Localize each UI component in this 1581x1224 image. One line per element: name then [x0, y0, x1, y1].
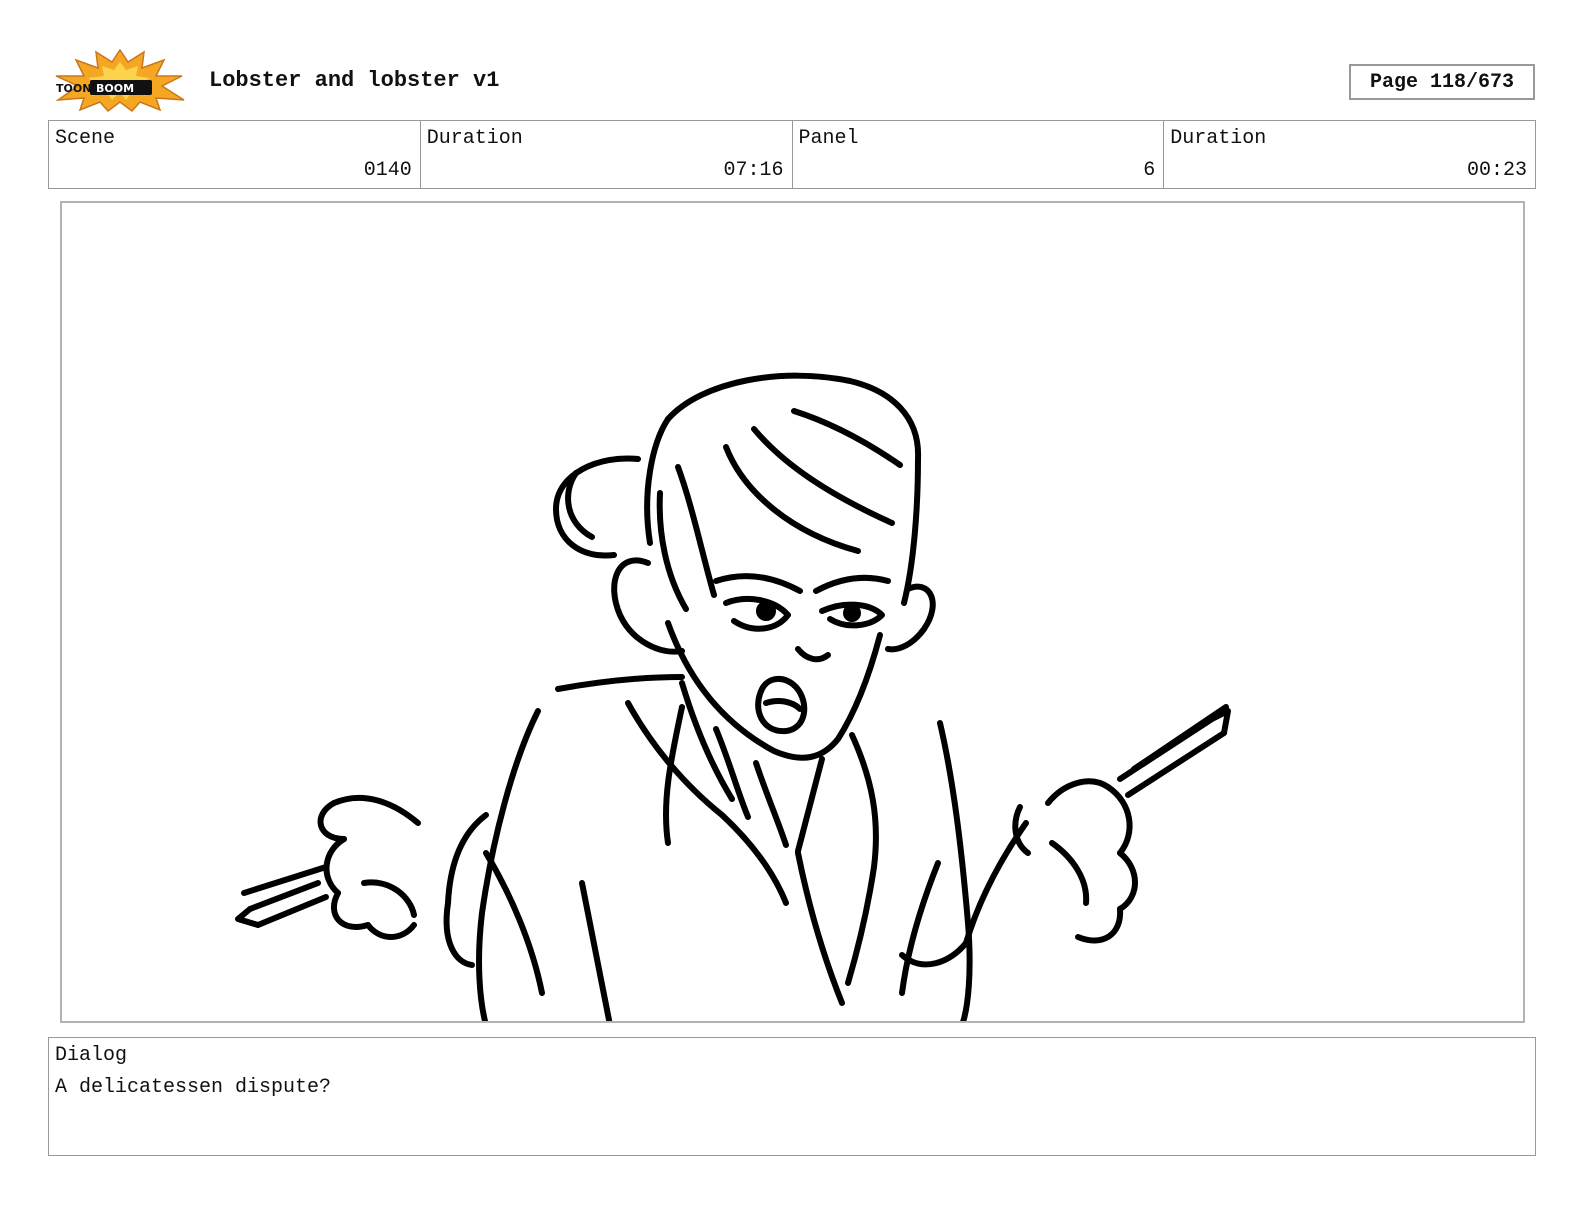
scene-label: Scene	[55, 127, 116, 150]
panel-duration-value: 00:23	[1466, 159, 1527, 182]
toon-boom-logo: TOON BOOM	[52, 48, 188, 113]
svg-text:BOOM: BOOM	[96, 82, 134, 95]
dialog-text: A delicatessen dispute?	[55, 1076, 332, 1099]
scene-cell: Scene 0140	[49, 121, 421, 188]
panel-cell: Panel 6	[793, 121, 1165, 188]
scene-duration-value: 07:16	[723, 159, 784, 182]
panel-value: 6	[1143, 159, 1156, 182]
scene-info-row: Scene 0140 Duration 07:16 Panel 6 Durati…	[48, 120, 1536, 189]
scene-duration-cell: Duration 07:16	[421, 121, 793, 188]
panel-duration-label: Duration	[1170, 127, 1267, 150]
panel-duration-cell: Duration 00:23	[1164, 121, 1535, 188]
scene-duration-label: Duration	[426, 127, 523, 150]
document-title: Lobster and lobster v1	[209, 68, 500, 93]
panel-label: Panel	[798, 127, 859, 150]
dialog-box: Dialog A delicatessen dispute?	[48, 1037, 1536, 1156]
panel-sketch	[235, 372, 1231, 1021]
svg-text:TOON: TOON	[56, 82, 91, 95]
dialog-label: Dialog	[55, 1044, 128, 1067]
storyboard-panel	[60, 201, 1525, 1023]
scene-value: 0140	[363, 159, 412, 182]
page-number: Page 118/673	[1349, 64, 1535, 100]
